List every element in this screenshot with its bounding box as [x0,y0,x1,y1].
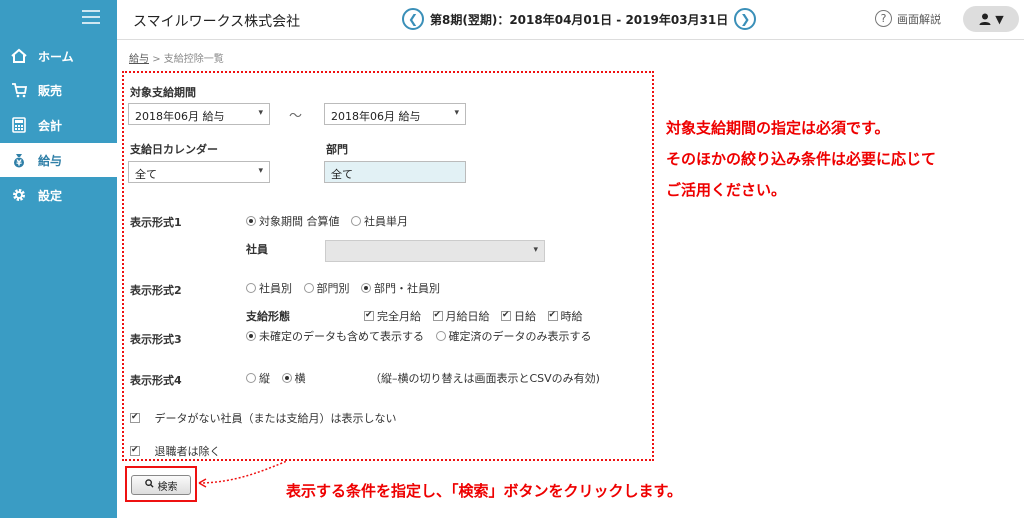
display2-label: 表示形式2 [130,284,182,297]
paytype-monthly-daily-checkbox[interactable] [432,310,443,321]
sidebar-item-settings[interactable]: 設定 [0,178,117,212]
next-period-icon[interactable]: ❯ [734,8,757,30]
annotation-required-line2: そのほかの絞り込み条件は必要に応じて [666,150,937,168]
range-tilde: ～ [289,109,303,124]
help-label: 画面解説 [897,12,941,26]
sidebar-item-payroll[interactable]: ¥ 給与 [0,143,117,177]
breadcrumb-payroll-link[interactable]: 給与 [129,54,149,65]
display3-confirmed-only-radio[interactable] [435,331,446,341]
hide-empty-option: データがない社員（または支給月）は表示しない [130,410,397,426]
display3-label: 表示形式3 [130,333,182,346]
search-button[interactable]: 検索 [131,475,191,495]
home-icon [10,47,28,65]
display1-employee-monthly-radio[interactable] [351,216,361,226]
breadcrumb: 給与 > 支給控除一覧 [129,54,224,65]
sidebar-item-label: 給与 [38,153,63,168]
sidebar-item-label: 会計 [38,118,63,133]
cart-icon [10,81,28,99]
display4-horizontal-radio[interactable] [281,373,292,383]
question-icon: ? [875,10,892,27]
paytype-options: 完全月給 月給日給 日給 時給 [364,308,583,324]
employee-label: 社員 [246,243,268,256]
calendar-label: 支給日カレンダー [130,143,218,156]
period-label: 対象支給期間 [130,86,196,99]
annotation-required-line3: ご活用ください。 [666,181,787,199]
paytype-full-monthly-checkbox[interactable] [364,310,374,321]
display2-by-employee-radio[interactable] [246,283,256,293]
department-label: 部門 [326,143,348,156]
sidebar-item-label: 設定 [38,188,63,203]
user-icon [979,13,991,25]
display2-dept-employee-radio[interactable] [361,283,371,293]
sidebar-item-home[interactable]: ホーム [0,39,117,73]
sidebar-item-label: 販売 [38,83,63,98]
previous-period-icon[interactable]: ❮ [402,8,424,30]
chevron-down-icon: ▼ [995,12,1004,26]
money-bag-icon: ¥ [10,151,28,169]
gear-icon [10,186,28,204]
conditions-highlight-frame [122,71,654,461]
hamburger-menu-icon[interactable] [82,10,100,24]
display4-note: （縦–横の切り替えは画面表示とCSVのみ有効) [370,372,600,385]
exclude-retired-checkbox[interactable] [130,445,140,456]
paytype-daily-checkbox[interactable] [501,310,511,321]
sidebar-item-label: ホーム [38,49,74,64]
employee-select[interactable] [325,240,545,262]
search-highlight-frame: 検索 [125,466,197,502]
search-icon [144,479,154,491]
display3-include-unconfirmed-radio[interactable] [246,331,256,341]
paytype-label: 支給形態 [246,310,290,323]
hide-empty-checkbox[interactable] [130,412,140,423]
period-from-select[interactable]: 2018年06月 給与 [128,103,270,125]
display2-options: 社員別 部門別 部門・社員別 [246,280,440,296]
display1-options: 対象期間 合算値 社員単月 [246,213,408,229]
display4-vertical-radio[interactable] [246,373,256,383]
sidebar-item-accounting[interactable]: 会計 [0,108,117,142]
calculator-icon [10,116,28,134]
paytype-hourly-checkbox[interactable] [547,310,558,321]
fiscal-period: ❮ 第8期(翌期)：2018年04月01日 - 2019年03月31日 ❯ [402,8,757,30]
display1-period-total-radio[interactable] [246,216,256,226]
callout-connector [198,460,288,488]
annotation-search-instruction: 表示する条件を指定し、「検索」ボタンをクリックします。 [286,482,683,500]
display4-label: 表示形式4 [130,374,182,387]
calendar-select[interactable]: 全て [128,161,270,183]
display3-options: 未確定のデータも含めて表示する 確定済のデータのみ表示する [246,328,592,344]
sidebar: ホーム 販売 会計 ¥ 給与 設定 [0,0,117,518]
company-name: スマイルワークス株式会社 [133,14,301,30]
display4-options: 縦 横 [246,370,306,386]
department-field[interactable]: 全て [324,161,466,183]
display2-by-department-radio[interactable] [303,283,314,293]
sidebar-item-sales[interactable]: 販売 [0,73,117,107]
breadcrumb-current: 支給控除一覧 [163,54,224,65]
display1-label: 表示形式1 [130,216,182,229]
annotation-required-line1: 対象支給期間の指定は必須です。 [666,119,890,137]
exclude-retired-option: 退職者は除く [130,443,221,459]
svg-text:¥: ¥ [16,159,22,168]
period-label: 第8期(翌期)：2018年04月01日 - 2019年03月31日 [430,12,729,27]
header-bar: スマイルワークス株式会社 ❮ 第8期(翌期)：2018年04月01日 - 201… [117,0,1024,40]
help-link[interactable]: ? 画面解説 [875,10,941,27]
user-menu-button[interactable]: ▼ [963,6,1019,32]
period-to-select[interactable]: 2018年06月 給与 [324,103,466,125]
